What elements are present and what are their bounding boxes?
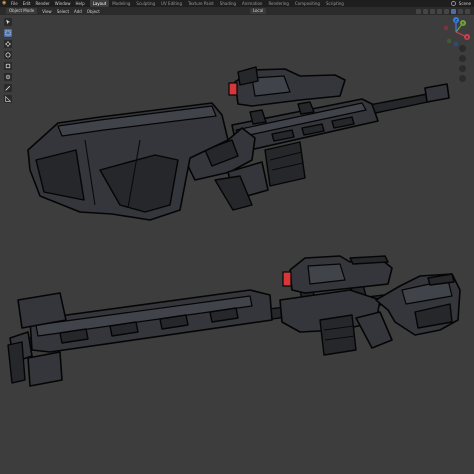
select-box-icon	[5, 30, 11, 36]
scale-tool-icon	[5, 63, 11, 69]
rotate-tool[interactable]	[4, 51, 12, 59]
annotate-tool[interactable]	[4, 84, 12, 92]
rotate-tool-icon	[5, 52, 11, 58]
cursor-tool[interactable]	[4, 18, 12, 26]
perspective-toggle-icon[interactable]	[459, 75, 466, 82]
pan-icon[interactable]	[459, 55, 466, 62]
measure-tool[interactable]	[4, 95, 12, 103]
measure-tool-icon	[5, 96, 11, 102]
select-box-tool[interactable]	[4, 29, 12, 37]
viewport-nav-buttons	[459, 45, 466, 82]
zoom-icon[interactable]	[459, 45, 466, 52]
rifle-lower[interactable]	[7, 255, 461, 387]
transform-tool-icon	[5, 74, 11, 80]
tool-shelf	[4, 18, 12, 103]
transform-tool[interactable]	[4, 73, 12, 81]
rifle-upper[interactable]	[27, 66, 450, 221]
scale-tool[interactable]	[4, 62, 12, 70]
move-tool-icon	[5, 41, 11, 47]
rifle-models[interactable]: .b { fill:#34363b; stroke:#050505; strok…	[0, 0, 474, 474]
scope-lens-lower	[282, 271, 292, 287]
move-tool[interactable]	[4, 40, 12, 48]
annotate-tool-icon	[5, 85, 11, 91]
camera-view-icon[interactable]	[459, 65, 466, 72]
cursor-tool-icon	[6, 19, 10, 25]
navigation-gizmo[interactable]: X Y Z	[441, 17, 471, 47]
scope-lens-upper	[228, 82, 238, 96]
